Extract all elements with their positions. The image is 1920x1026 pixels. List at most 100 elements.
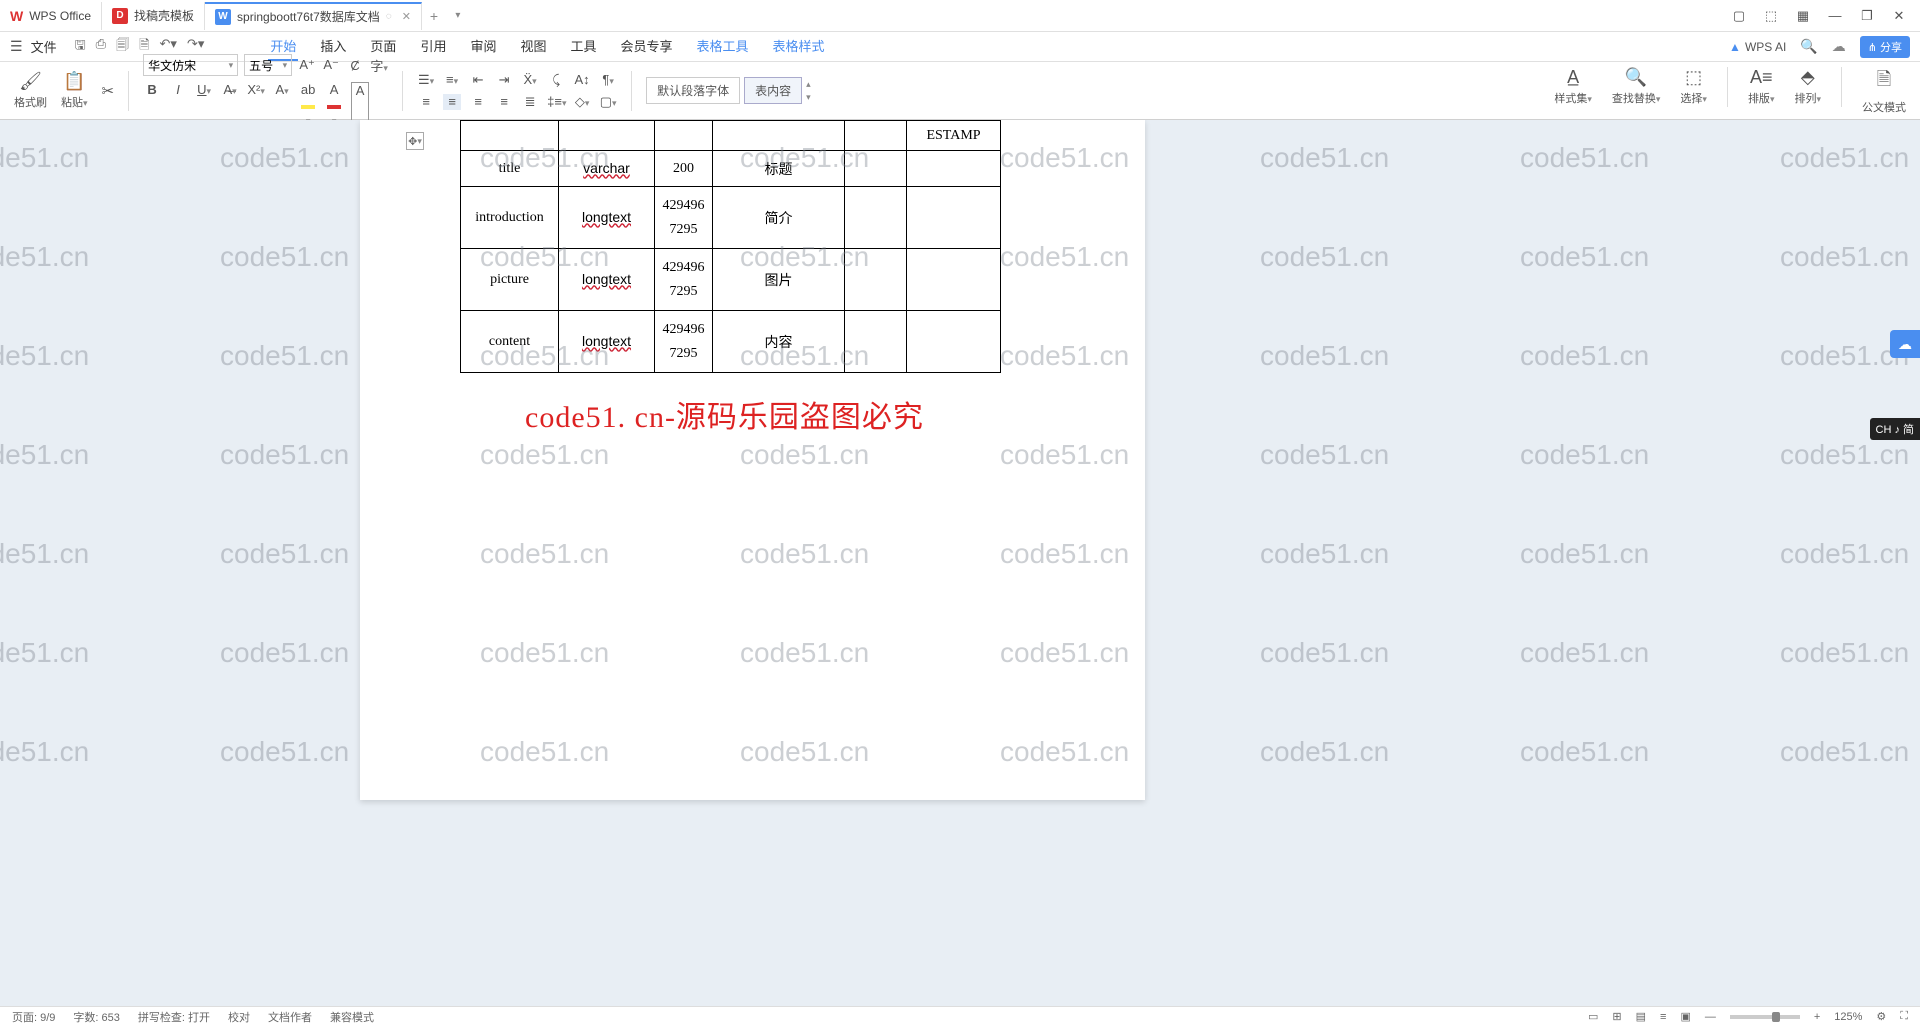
table-row: titlevarchar200标题: [461, 151, 1001, 187]
watermark: code51.cn: [0, 340, 89, 372]
menu-view[interactable]: 视图: [518, 32, 548, 61]
win-square-icon[interactable]: ▢: [1730, 8, 1748, 24]
align-right-icon[interactable]: ≡: [469, 94, 487, 110]
find-replace-button[interactable]: 🔍查找替换▾: [1612, 67, 1661, 115]
win-user-icon[interactable]: ▦: [1794, 8, 1812, 24]
hamburger-icon[interactable]: ☰: [10, 38, 23, 55]
minimize-icon[interactable]: —: [1826, 8, 1844, 24]
watermark: code51.cn: [1780, 637, 1909, 669]
table-row: introductionlongtext4294967295简介: [461, 187, 1001, 249]
style-up-icon[interactable]: ▴: [806, 79, 811, 90]
clear-icon[interactable]: ⤹: [547, 72, 565, 88]
watermark: code51.cn: [0, 439, 89, 471]
toolbar: 🖌格式刷 📋粘贴▾ ✂ 华文仿宋▾ 五号▾ A⁺ A⁻ Ȼ 字▾ B I U▾ …: [0, 62, 1920, 120]
menu-table-tools[interactable]: 表格工具: [695, 32, 751, 61]
print-preview-icon[interactable]: 🗐: [116, 36, 129, 58]
style-table-content[interactable]: 表内容: [744, 77, 802, 104]
styleset-button[interactable]: A̲样式集▾: [1554, 67, 1592, 115]
zoom-out-icon[interactable]: —: [1705, 1011, 1716, 1023]
close-icon[interactable]: ✕: [402, 10, 411, 23]
size-select[interactable]: 五号▾: [244, 54, 292, 76]
maximize-icon[interactable]: ❐: [1858, 8, 1876, 24]
cloud-icon[interactable]: ☁: [1832, 38, 1846, 55]
number-list-icon[interactable]: ≡▾: [443, 72, 461, 88]
status-spell[interactable]: 拼写检查: 打开: [138, 1009, 210, 1025]
docmode-button[interactable]: 🗎公文模式: [1862, 67, 1906, 115]
tab-wps-office[interactable]: WWPS Office: [0, 2, 102, 30]
win-cube-icon[interactable]: ⬚: [1762, 8, 1780, 24]
bullet-list-icon[interactable]: ☰▾: [417, 72, 435, 88]
watermark: code51.cn: [1260, 637, 1389, 669]
watermark: code51.cn: [1780, 142, 1909, 174]
shading-icon[interactable]: ◇▾: [573, 94, 591, 110]
view-book-icon[interactable]: ▭: [1588, 1010, 1598, 1023]
style-default[interactable]: 默认段落字体: [646, 77, 740, 104]
align-justify-icon[interactable]: ≡: [495, 94, 513, 110]
style-down-icon[interactable]: ▾: [806, 92, 811, 103]
menu-vip[interactable]: 会员专享: [619, 32, 675, 61]
distribute-icon[interactable]: ≣: [521, 94, 539, 110]
watermark: code51.cn: [1520, 439, 1649, 471]
sort-icon[interactable]: A↕: [573, 72, 591, 88]
view-grid-icon[interactable]: ⊞: [1612, 1010, 1621, 1023]
watermark: code51.cn: [0, 241, 89, 273]
menu-tools[interactable]: 工具: [568, 32, 598, 61]
indent-right-icon[interactable]: ⇥: [495, 72, 513, 88]
view-outline-icon[interactable]: ≡: [1660, 1011, 1666, 1023]
clear-format-icon[interactable]: Ȼ: [346, 58, 364, 73]
table-handle-icon[interactable]: ✥▾: [406, 132, 424, 150]
tab-document[interactable]: Wspringboott76t7数据库文档◌✕: [205, 2, 422, 30]
layout-button[interactable]: A≡排版▾: [1748, 67, 1775, 115]
watermark: code51.cn: [220, 241, 349, 273]
indent-left-icon[interactable]: ⇤: [469, 72, 487, 88]
status-author[interactable]: 文档作者: [268, 1009, 312, 1025]
char-spacing-icon[interactable]: Ẍ▾: [521, 72, 539, 88]
tab-dropdown[interactable]: ▾: [446, 10, 470, 21]
status-page[interactable]: 页面: 9/9: [12, 1009, 55, 1025]
expand-icon[interactable]: ⛶: [1900, 1010, 1908, 1023]
view-read-icon[interactable]: ▣: [1680, 1010, 1690, 1023]
format-painter-button[interactable]: 🖌格式刷: [14, 71, 47, 110]
print-icon[interactable]: ⎙: [96, 36, 106, 58]
status-mode[interactable]: 兼容模式: [330, 1009, 374, 1025]
menu-review[interactable]: 审阅: [468, 32, 498, 61]
menu-reference[interactable]: 引用: [418, 32, 448, 61]
phonetic-icon[interactable]: 字▾: [370, 56, 388, 75]
arrange-button[interactable]: ⬘排列▾: [1794, 67, 1821, 115]
cut-button[interactable]: ✂: [102, 82, 115, 100]
tab-add-button[interactable]: +: [422, 8, 446, 24]
increase-font-icon[interactable]: A⁺: [298, 57, 316, 73]
watermark: code51.cn: [1780, 736, 1909, 768]
settings-icon[interactable]: ⚙: [1876, 1010, 1886, 1023]
line-spacing-icon[interactable]: ‡≡▾: [547, 94, 565, 110]
status-words[interactable]: 字数: 653: [73, 1009, 119, 1025]
watermark: code51.cn: [220, 736, 349, 768]
tab-template[interactable]: D找稿壳模板: [102, 2, 205, 30]
cloud-badge-icon[interactable]: ☁: [1890, 330, 1920, 358]
show-marks-icon[interactable]: ¶▾: [599, 72, 617, 88]
zoom-value[interactable]: 125%: [1834, 1011, 1862, 1023]
save-icon[interactable]: 🖫: [75, 36, 86, 58]
align-left-icon[interactable]: ≡: [417, 94, 435, 110]
file-menu[interactable]: 文件: [31, 37, 57, 56]
watermark: code51.cn: [220, 538, 349, 570]
ime-badge[interactable]: CH ♪ 简: [1870, 418, 1920, 440]
search-icon[interactable]: 🔍: [1800, 38, 1817, 55]
decrease-font-icon[interactable]: A⁻: [322, 57, 340, 73]
statusbar: 页面: 9/9 字数: 653 拼写检查: 打开 校对 文档作者 兼容模式 ▭ …: [0, 1006, 1920, 1026]
document-canvas[interactable]: ✥▾ ESTAMP titlevarchar200标题 introduction…: [0, 120, 1920, 1006]
share-button[interactable]: ⋔ 分享: [1860, 36, 1910, 58]
select-button[interactable]: ⬚选择▾: [1680, 67, 1707, 115]
wps-ai-button[interactable]: ▲WPS AI: [1729, 40, 1786, 54]
border-icon[interactable]: ▢▾: [599, 94, 617, 110]
status-proof[interactable]: 校对: [228, 1009, 250, 1025]
view-web-icon[interactable]: ▤: [1636, 1010, 1646, 1023]
align-center-icon[interactable]: ≡: [443, 94, 461, 110]
data-table[interactable]: ESTAMP titlevarchar200标题 introductionlon…: [460, 120, 1001, 373]
paste-button[interactable]: 📋粘贴▾: [61, 71, 88, 110]
font-select[interactable]: 华文仿宋▾: [143, 54, 238, 76]
zoom-in-icon[interactable]: +: [1814, 1011, 1820, 1023]
menu-table-style[interactable]: 表格样式: [771, 32, 827, 61]
zoom-slider[interactable]: [1730, 1015, 1800, 1019]
close-window-icon[interactable]: ✕: [1890, 8, 1908, 24]
